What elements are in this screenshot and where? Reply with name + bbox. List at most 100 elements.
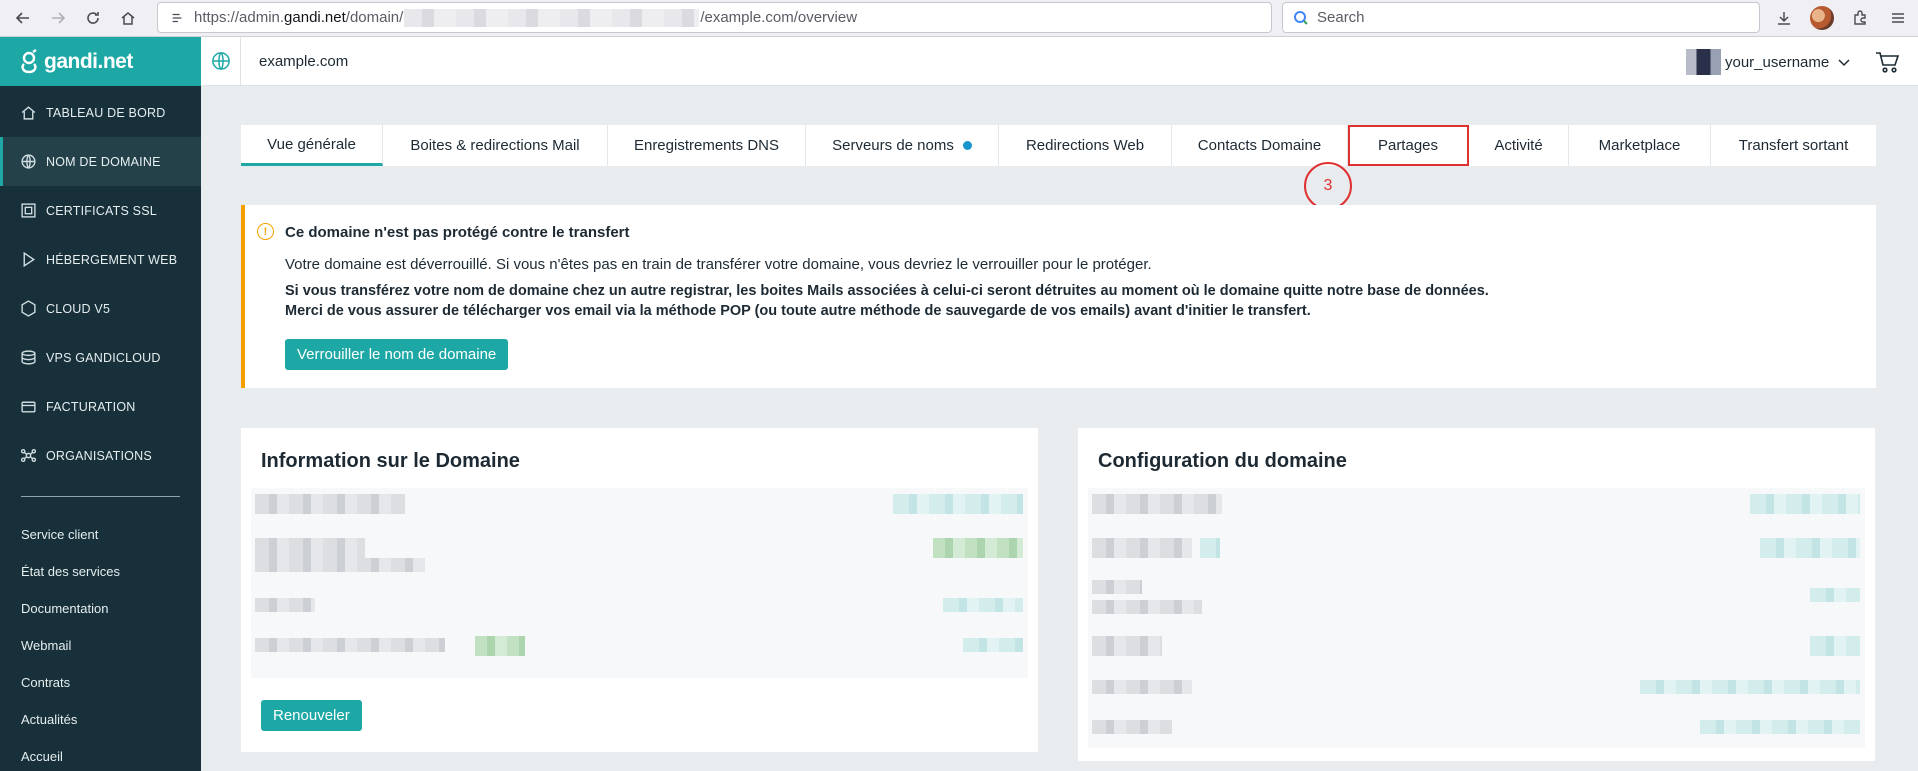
home-icon[interactable] [116, 6, 140, 30]
page-info-icon[interactable] [170, 11, 184, 25]
chevron-down-icon [1838, 59, 1850, 67]
sidebar-link-customer-service[interactable]: Service client [0, 516, 201, 553]
tab-label: Vue générale [267, 135, 356, 153]
user-menu[interactable]: your_username [1686, 49, 1851, 75]
cart-icon[interactable] [1874, 49, 1900, 75]
renew-button[interactable]: Renouveler [261, 700, 362, 731]
reload-icon[interactable] [81, 6, 105, 30]
search-engine-icon [1294, 10, 1308, 25]
warning-text: Votre domaine est déverrouillé. Si vous … [285, 256, 1152, 273]
tab-label: Contacts Domaine [1197, 137, 1322, 154]
sidebar-item-label: ORGANISATIONS [46, 448, 152, 463]
logo[interactable]: gandi.net [0, 37, 201, 86]
certificate-icon [21, 203, 36, 218]
tab-label: Partages [1377, 137, 1439, 154]
url-path-end: /example.com/overview [700, 9, 858, 26]
current-domain: example.com [259, 52, 349, 70]
browser-search-input[interactable]: Search [1282, 2, 1760, 33]
tab-label: Transfert sortant [1738, 137, 1849, 154]
step-annotation-badge: 3 [1304, 162, 1352, 210]
url-host: gandi.net [284, 9, 346, 26]
warning-backup-notice: Merci de vous assurer de télécharger vos… [285, 303, 1311, 319]
tab-sharing[interactable]: Partages [1348, 125, 1469, 166]
domain-globe-icon [201, 36, 241, 86]
sidebar-link-news[interactable]: Actualités [0, 701, 201, 738]
downloads-icon[interactable] [1772, 6, 1796, 30]
tab-label: Serveurs de noms [832, 137, 954, 154]
sidebar-link-status[interactable]: État des services [0, 553, 201, 590]
tab-contacts[interactable]: Contacts Domaine [1172, 125, 1348, 166]
sidebar-item-label: FACTURATION [46, 399, 136, 414]
search-placeholder: Search [1317, 9, 1365, 26]
lock-domain-button[interactable]: Verrouiller le nom de domaine [285, 339, 509, 370]
forward-icon[interactable] [46, 6, 70, 30]
extensions-icon[interactable] [1848, 6, 1872, 30]
card-title: Information sur le Domaine [261, 450, 520, 472]
sidebar-link-webmail[interactable]: Webmail [0, 627, 201, 664]
transfer-warning: ! Ce domaine n'est pas protégé contre le… [241, 205, 1876, 388]
tab-activity[interactable]: Activité [1469, 125, 1569, 166]
avatar [1686, 49, 1721, 75]
sidebar-item-label: CERTIFICATS SSL [46, 203, 157, 218]
tab-marketplace[interactable]: Marketplace [1569, 125, 1711, 166]
sidebar-divider [21, 496, 180, 497]
url-prefix: https://admin. [194, 9, 285, 26]
sidebar-item-billing[interactable]: FACTURATION [0, 382, 201, 431]
tab-label: Activité [1494, 137, 1543, 154]
menu-icon[interactable] [1886, 6, 1910, 30]
sidebar-link-contracts[interactable]: Contrats [0, 664, 201, 701]
sidebar-item-label: HÉBERGEMENT WEB [46, 252, 178, 267]
organizations-icon [20, 448, 37, 463]
browser-toolbar: https://admin. gandi.net/domain/ /example.… [0, 0, 1918, 37]
sidebar-item-domain[interactable]: NOM DE DOMAINE [0, 137, 201, 186]
url-redacted [404, 8, 700, 27]
sidebar-item-vps[interactable]: VPS GANDICLOUD [0, 333, 201, 382]
domain-config-card: Configuration du domaine [1078, 428, 1875, 761]
url-path: /domain/ [345, 9, 404, 26]
gandi-logo-icon [21, 48, 37, 73]
sidebar-item-label: CLOUD V5 [46, 301, 111, 316]
tab-web-redirections[interactable]: Redirections Web [999, 125, 1172, 166]
sidebar-item-cloud[interactable]: CLOUD V5 [0, 284, 201, 333]
tab-label: Enregistrements DNS [633, 137, 780, 154]
tab-overview[interactable]: Vue générale [241, 125, 383, 166]
sidebar-item-dashboard[interactable]: TABLEAU DE BORD [0, 88, 201, 137]
url-bar[interactable]: https://admin. gandi.net/domain/ /example.… [157, 2, 1272, 33]
globe-icon [21, 154, 36, 169]
redacted-info [251, 488, 1028, 678]
billing-icon [21, 401, 36, 413]
domain-info-card: Information sur le Domaine Renouveler [241, 428, 1038, 752]
sidebar-item-label: NOM DE DOMAINE [46, 154, 161, 169]
domain-tabs: Vue générale Boites & redirections Mail … [241, 125, 1876, 166]
redacted-config [1088, 488, 1865, 748]
tab-dns[interactable]: Enregistrements DNS [608, 125, 806, 166]
warning-title: Ce domaine n'est pas protégé contre le t… [285, 224, 630, 241]
sidebar-item-organizations[interactable]: ORGANISATIONS [0, 431, 201, 480]
sidebar-item-ssl[interactable]: CERTIFICATS SSL [0, 186, 201, 235]
back-icon[interactable] [11, 6, 35, 30]
hosting-icon [23, 251, 36, 268]
sidebar-item-label: TABLEAU DE BORD [46, 105, 166, 120]
server-icon [21, 350, 36, 365]
home-icon [21, 106, 36, 120]
tab-outgoing-transfer[interactable]: Transfert sortant [1711, 125, 1876, 166]
sidebar-nav: TABLEAU DE BORD NOM DE DOMAINE CERTIFICA… [0, 88, 201, 480]
app-header: example.com your_username [201, 36, 1918, 86]
profile-icon[interactable] [1810, 6, 1834, 30]
sidebar-link-home[interactable]: Accueil [0, 738, 201, 771]
card-title: Configuration du domaine [1098, 450, 1347, 472]
sidebar-item-hosting[interactable]: HÉBERGEMENT WEB [0, 235, 201, 284]
notification-dot [962, 141, 972, 150]
logo-text: gandi.net [44, 49, 133, 73]
sidebar: gandi.net TABLEAU DE BORD NOM DE DOMAINE… [0, 37, 201, 771]
warning-icon: ! [257, 223, 274, 240]
tab-label: Marketplace [1598, 137, 1681, 154]
sidebar-link-documentation[interactable]: Documentation [0, 590, 201, 627]
tab-label: Redirections Web [1025, 137, 1145, 154]
sidebar-item-label: VPS GANDICLOUD [46, 350, 161, 365]
tab-nameservers[interactable]: Serveurs de noms [806, 125, 999, 166]
username: your_username [1725, 53, 1830, 71]
warning-mail-notice: Si vous transférez votre nom de domaine … [285, 283, 1489, 299]
tab-mail[interactable]: Boites & redirections Mail [383, 125, 608, 166]
tab-label: Boites & redirections Mail [410, 137, 580, 154]
